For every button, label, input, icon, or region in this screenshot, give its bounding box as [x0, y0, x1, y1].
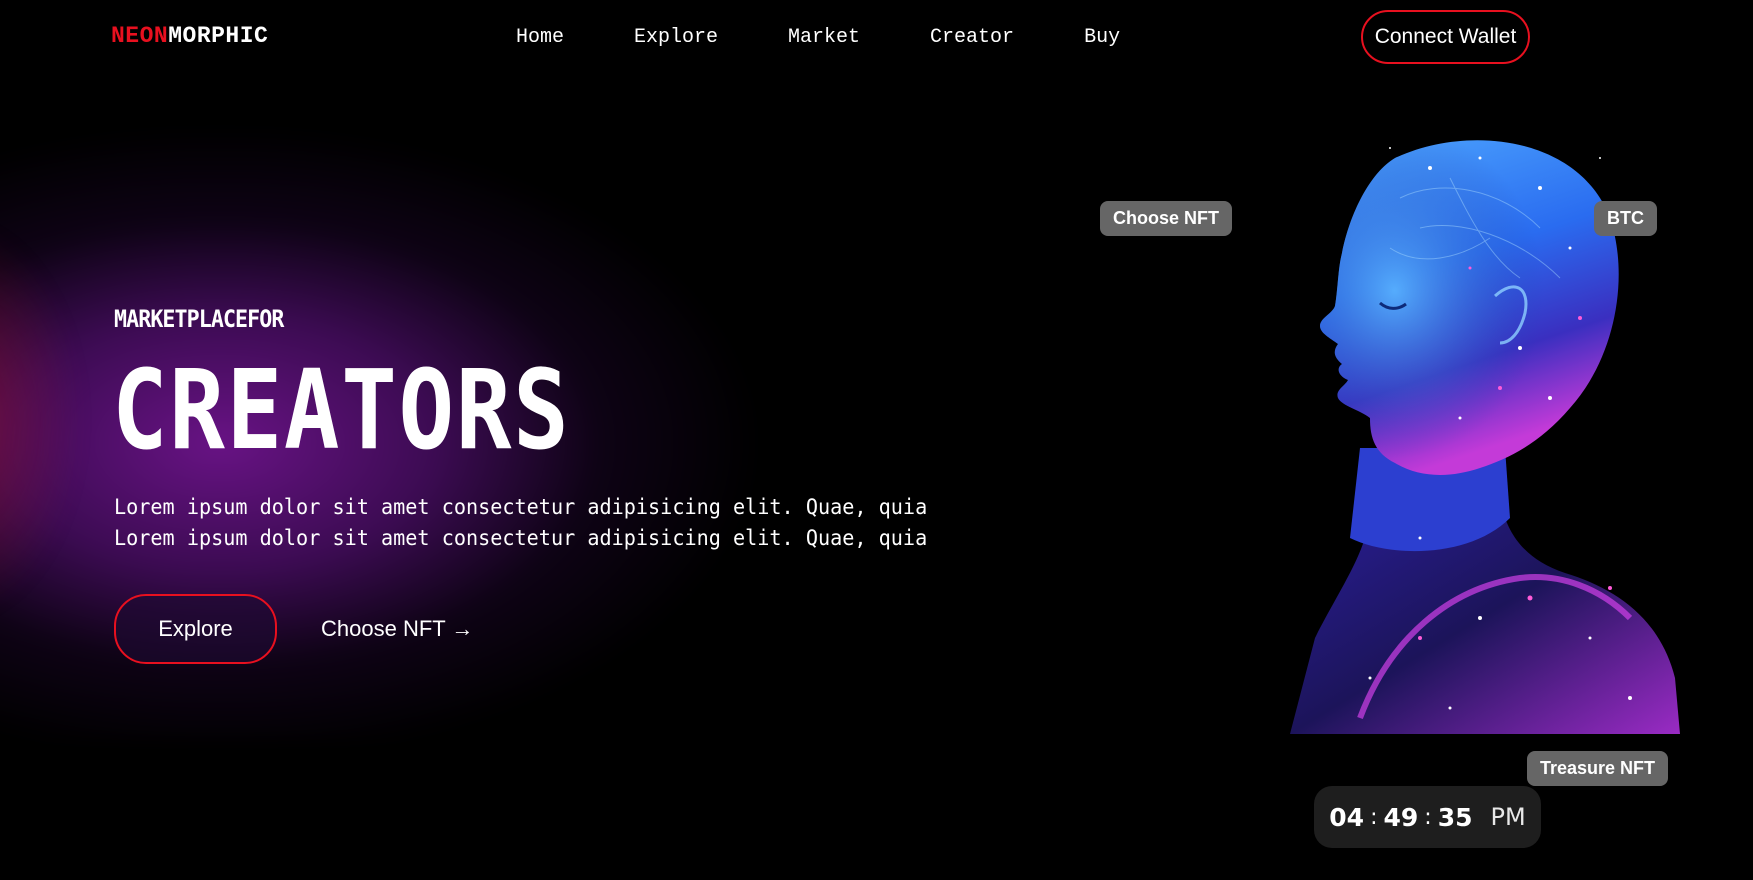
brand-logo[interactable]: NEONMORPHIC	[111, 23, 268, 49]
hero-subtitle: MARKETPLACEFOR	[114, 305, 284, 333]
treasure-nft-tag[interactable]: Treasure NFT	[1527, 751, 1669, 786]
hero-description-line: Lorem ipsum dolor sit amet consectetur a…	[114, 495, 928, 519]
brand-logo-morphic: MORPHIC	[168, 23, 269, 49]
clock-separator: :	[1370, 804, 1378, 830]
nav-link-home[interactable]: Home	[516, 26, 564, 49]
brand-logo-neon: NEON	[111, 23, 169, 49]
hero-description-line: Lorem ipsum dolor sit amet consectetur a…	[114, 526, 928, 550]
choose-nft-link[interactable]: Choose NFT →	[321, 616, 473, 642]
clock-ampm: PM	[1490, 803, 1526, 831]
hero-description: Lorem ipsum dolor sit amet consectetur a…	[114, 492, 927, 554]
nav-link-creator[interactable]: Creator	[930, 26, 1014, 49]
clock-hours: 04	[1329, 802, 1365, 832]
main-nav: Home Explore Market Creator Buy	[516, 26, 1190, 49]
nav-link-buy[interactable]: Buy	[1084, 26, 1120, 49]
landing-page: NEONMORPHIC Home Explore Market Creator …	[0, 0, 1753, 880]
btc-tag[interactable]: BTC	[1594, 201, 1657, 236]
connect-wallet-button[interactable]: Connect Wallet	[1361, 10, 1530, 64]
clock-separator: :	[1424, 804, 1432, 830]
nav-link-market[interactable]: Market	[788, 26, 860, 49]
digital-clock: 04 : 49 : 35 PM	[1314, 786, 1541, 848]
choose-nft-tag[interactable]: Choose NFT	[1100, 201, 1232, 236]
explore-button[interactable]: Explore	[114, 594, 277, 664]
top-navbar: NEONMORPHIC Home Explore Market Creator …	[0, 0, 1753, 80]
hero-title: CREATORS	[112, 346, 571, 474]
hero-red-glow	[0, 220, 80, 620]
clock-minutes: 49	[1383, 802, 1419, 832]
clock-seconds: 35	[1437, 802, 1473, 832]
nav-link-explore[interactable]: Explore	[634, 26, 718, 49]
